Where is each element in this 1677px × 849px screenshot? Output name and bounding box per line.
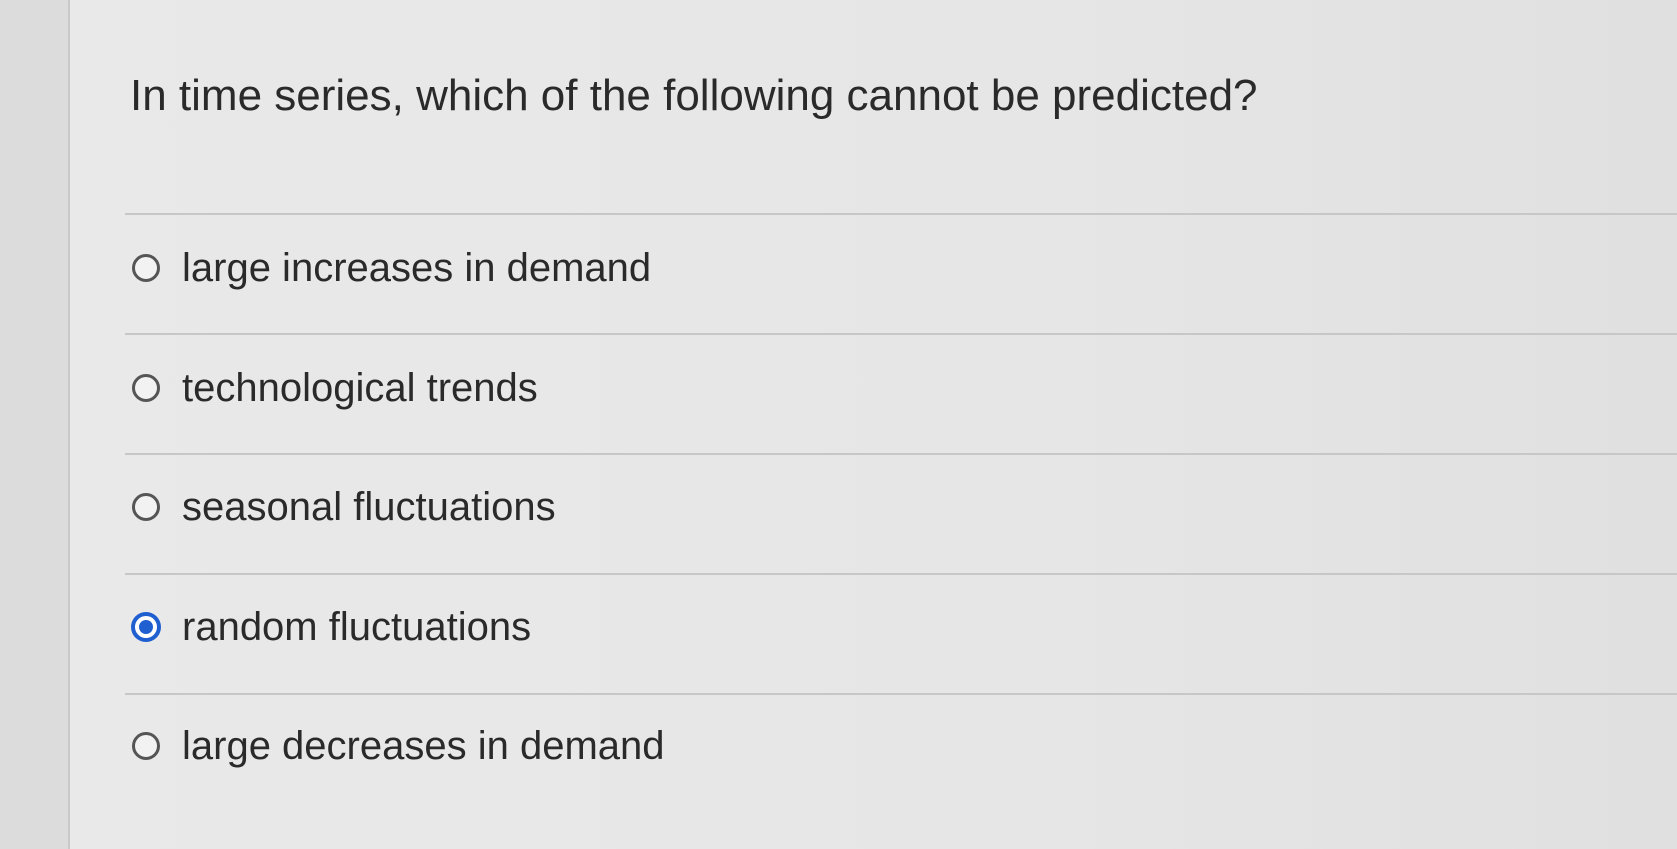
radio-button[interactable] — [132, 254, 160, 282]
option-label: random fluctuations — [182, 604, 532, 649]
divider — [125, 333, 1677, 335]
radio-button[interactable] — [132, 613, 160, 641]
option-label: large decreases in demand — [182, 723, 665, 768]
radio-button[interactable] — [132, 493, 160, 521]
answer-option-5[interactable]: large decreases in demand — [132, 716, 665, 776]
answer-option-4[interactable]: random fluctuations — [132, 597, 531, 657]
divider — [125, 573, 1677, 575]
option-label: technological trends — [182, 365, 538, 410]
radio-dot-icon — [139, 620, 153, 634]
divider — [125, 453, 1677, 455]
option-label: large increases in demand — [182, 245, 652, 290]
divider — [125, 693, 1677, 695]
answer-option-1[interactable]: large increases in demand — [132, 238, 651, 298]
question-panel: In time series, which of the following c… — [70, 0, 1677, 849]
radio-button[interactable] — [132, 732, 160, 760]
option-label: seasonal fluctuations — [182, 484, 556, 529]
radio-button[interactable] — [132, 374, 160, 402]
answer-option-2[interactable]: technological trends — [132, 358, 538, 418]
divider — [125, 213, 1677, 215]
answer-option-3[interactable]: seasonal fluctuations — [132, 477, 556, 537]
left-gutter — [0, 0, 70, 849]
question-text: In time series, which of the following c… — [130, 71, 1258, 120]
